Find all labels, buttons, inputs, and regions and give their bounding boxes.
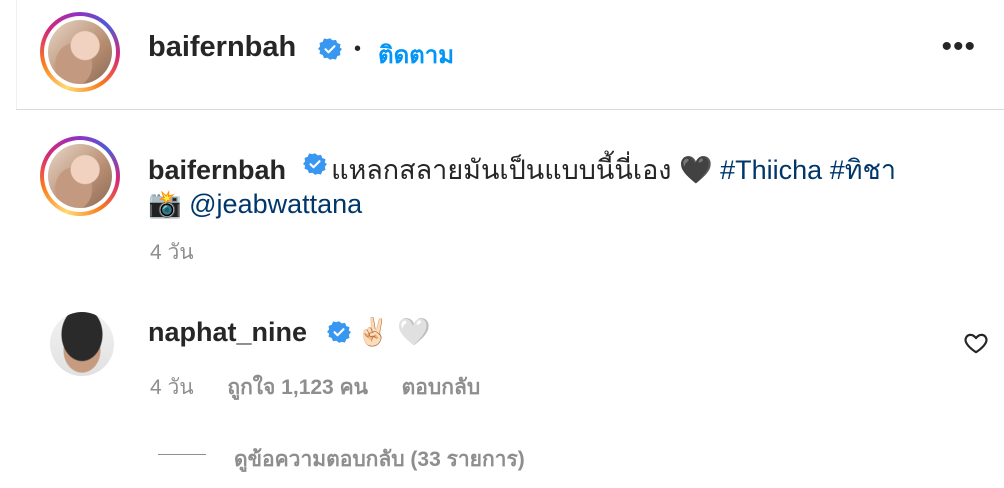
camera-flash-emoji: 📸 bbox=[148, 189, 182, 219]
comment-line: naphat_nine ✌🏻 🤍 bbox=[148, 316, 431, 348]
hashtag-thicha[interactable]: #ทิชา bbox=[830, 155, 896, 185]
caption-timestamp[interactable]: 4 วัน bbox=[150, 236, 194, 269]
black-heart-emoji: 🖤 bbox=[678, 155, 713, 185]
caption-username[interactable]: baifernbah bbox=[148, 155, 286, 185]
more-horizontal-icon: ••• bbox=[941, 30, 976, 63]
caption-line-1: baifernbah แหลกสลายมันเป็นแบบนี้นี่เอง 🖤… bbox=[148, 148, 896, 191]
caption-author-avatar[interactable] bbox=[40, 136, 120, 216]
reply-button[interactable]: ตอบกลับ bbox=[402, 376, 481, 399]
header-username[interactable]: baifernbah bbox=[148, 31, 296, 64]
caption-verified-badge-icon bbox=[303, 153, 327, 175]
comment-likes[interactable]: ถูกใจ 1,123 คน bbox=[227, 376, 368, 399]
more-options-button[interactable]: ••• bbox=[941, 32, 976, 62]
verified-badge-icon bbox=[318, 38, 342, 60]
comment-timestamp[interactable]: 4 วัน bbox=[150, 376, 194, 399]
caption-text: แหลกสลายมันเป็นแบบนี้นี่เอง bbox=[331, 155, 672, 185]
commenter-avatar[interactable] bbox=[50, 312, 114, 376]
caption-line-2: 📸 @jeabwattana bbox=[148, 188, 362, 220]
hashtag-thiicha[interactable]: #Thiicha bbox=[720, 155, 822, 185]
comment-emoji: ✌🏻 🤍 bbox=[356, 317, 431, 347]
view-replies-button[interactable]: ดูข้อความตอบกลับ (33 รายการ) bbox=[234, 443, 525, 476]
commenter-username[interactable]: naphat_nine bbox=[148, 317, 307, 347]
author-avatar[interactable] bbox=[40, 12, 120, 92]
header-separator: • bbox=[354, 38, 362, 60]
replies-divider-line bbox=[158, 454, 206, 455]
commenter-verified-badge-icon bbox=[327, 321, 351, 343]
comment-meta: 4 วัน ถูกใจ 1,123 คน ตอบกลับ bbox=[150, 371, 480, 404]
follow-button[interactable]: ติดตาม bbox=[378, 35, 454, 74]
like-comment-heart-icon[interactable] bbox=[963, 330, 989, 356]
mention-jeabwattana[interactable]: @jeabwattana bbox=[189, 189, 362, 219]
